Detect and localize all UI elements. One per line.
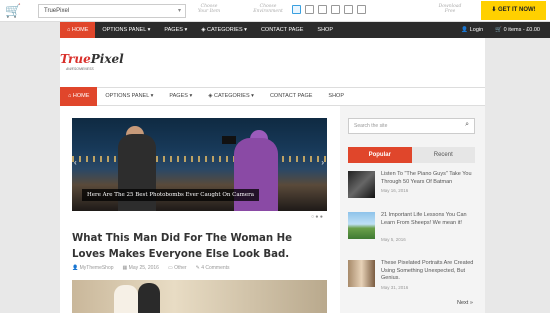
cart-icon[interactable]: 🛒 [5,3,21,19]
phone-icon[interactable] [344,5,353,14]
cart-link[interactable]: 🛒 0 items - £0.00 [495,27,540,33]
post-author[interactable]: 👤 MyThemeShop [72,265,114,271]
nav-shop[interactable]: SHOP [320,87,352,106]
tablet-portrait-icon[interactable] [331,5,340,14]
nav-categories[interactable]: ◈ CATEGORIES ▾ [200,87,262,106]
login-link[interactable]: 👤 Login [461,27,483,33]
nav-options-panel[interactable]: OPTIONS PANEL ▾ [97,87,161,106]
featured-slider[interactable]: ‹ › Here Are The 25 Best Photobombs Ever… [72,118,327,211]
slider-prev-icon[interactable]: ‹ [74,158,77,167]
list-item[interactable]: Listen To "The Piano Guys" Take You Thro… [348,171,475,207]
groom-figure [138,283,160,313]
post-thumbnail-wedding[interactable] [72,280,327,313]
search-input[interactable]: Search the site ⌕ [348,118,475,134]
site-logo[interactable]: TruePixel [60,52,124,66]
user-icon: 👤 [461,27,470,33]
top-nav-shop[interactable]: SHOP [310,22,340,38]
post-thumbnail [348,260,375,287]
post-thumbnail [348,171,375,198]
list-item[interactable]: 21 Important Life Lessons You Can Learn … [348,212,475,248]
bride-figure [114,285,138,313]
top-nav-categories[interactable]: ◈ CATEGORIES ▾ [194,22,254,38]
top-nav-contact-page[interactable]: CONTACT PAGE [254,22,310,38]
sidebar-tabs: Popular Recent [348,147,475,163]
nav-home[interactable]: ⌂ HOME [60,87,98,106]
slider-caption[interactable]: Here Are The 25 Best Photobombs Ever Cau… [82,189,260,201]
post-meta: 👤 MyThemeShop ▦ May 25, 2016 ▭ Other ✎ 4… [72,265,230,271]
tab-recent[interactable]: Recent [411,147,475,163]
top-nav-pages[interactable]: PAGES ▾ [157,22,194,38]
user-icon: 👤 [72,265,80,271]
theme-select-value: TruePixel [44,8,70,14]
chevron-down-icon: ▾ [177,8,181,14]
device-switcher [292,5,366,14]
phone-portrait-icon[interactable] [357,5,366,14]
post-category[interactable]: ▭ Other [168,265,187,271]
get-it-now-button[interactable]: ⬇ GET IT NOW! [481,1,546,20]
hint-choose-device: Choose Environment [253,4,283,14]
post-date: ▦ May 25, 2016 [122,265,159,271]
theme-select[interactable]: TruePixel ▾ [38,4,186,18]
slider-next-icon[interactable]: › [321,158,324,167]
slider-dots[interactable]: ○ ● ● [311,214,323,220]
next-link[interactable]: Next » [457,300,473,306]
nav-contact-page[interactable]: CONTACT PAGE [262,87,320,106]
list-item[interactable]: These Pixelated Portraits Are Created Us… [348,260,475,300]
tab-popular[interactable]: Popular [348,147,412,163]
nav-pages[interactable]: PAGES ▾ [161,87,200,106]
top-nav-home[interactable]: ⌂ HOME [60,22,96,38]
tablet-icon[interactable] [318,5,327,14]
hint-choose-theme: Choose Your Item [197,4,221,14]
preview-toolbar: 🛒 TruePixel ▾ Choose Your Item Choose En… [0,0,550,22]
search-icon[interactable]: ⌕ [465,121,469,129]
desktop-icon[interactable] [292,5,301,14]
logo-tagline: AWESOMENESS [66,67,94,71]
cart-icon: 🛒 [495,27,504,33]
hint-download: Download Free [438,4,462,14]
top-nav-options-panel[interactable]: OPTIONS PANEL ▾ [95,22,157,38]
download-icon: ⬇ [491,7,499,13]
post-comments[interactable]: ✎ 4 Comments [196,265,230,271]
laptop-icon[interactable] [305,5,314,14]
post-title[interactable]: What This Man Did For The Woman He Loves… [72,231,322,263]
city-lights [72,156,327,162]
post-thumbnail [348,212,375,239]
top-navigation: ⌂ HOME OPTIONS PANEL ▾ PAGES ▾ ◈ CATEGOR… [60,22,550,38]
camera-icon [222,136,236,144]
main-navigation: ⌂ HOME OPTIONS PANEL ▾ PAGES ▾ ◈ CATEGOR… [60,87,485,106]
